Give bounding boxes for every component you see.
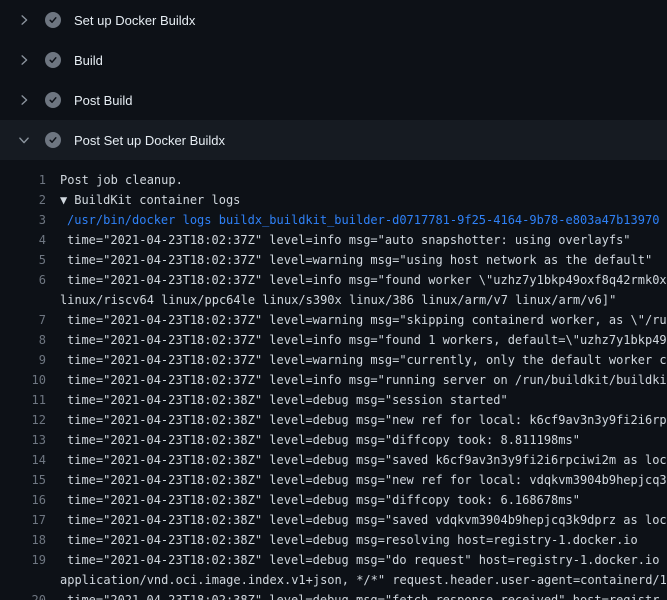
- line-number: [0, 290, 46, 310]
- step-setup-docker-buildx[interactable]: Set up Docker Buildx: [0, 0, 667, 40]
- log-line: 17 time="2021-04-23T18:02:38Z" level=debu…: [0, 510, 667, 530]
- step-post-setup-docker-buildx[interactable]: Post Set up Docker Buildx: [0, 120, 667, 160]
- line-number: 1: [0, 170, 46, 190]
- log-line: 8 time="2021-04-23T18:02:37Z" level=info …: [0, 330, 667, 350]
- log-line-text: time="2021-04-23T18:02:38Z" level=debug …: [67, 530, 638, 550]
- step-title: Build: [74, 53, 103, 68]
- log-line: 10 time="2021-04-23T18:02:37Z" level=info…: [0, 370, 667, 390]
- log-line: 15 time="2021-04-23T18:02:38Z" level=debu…: [0, 470, 667, 490]
- log-line: 12 time="2021-04-23T18:02:38Z" level=debu…: [0, 410, 667, 430]
- step-post-build[interactable]: Post Build: [0, 80, 667, 120]
- log-line: 4 time="2021-04-23T18:02:37Z" level=info …: [0, 230, 667, 250]
- chevron-right-icon: [16, 92, 32, 108]
- line-number: 8: [0, 330, 46, 350]
- log-line: 11 time="2021-04-23T18:02:38Z" level=debu…: [0, 390, 667, 410]
- line-number: 3: [0, 210, 46, 230]
- line-number: 7: [0, 310, 46, 330]
- line-number: 17: [0, 510, 46, 530]
- line-number: 20: [0, 590, 46, 600]
- log-command-text: /usr/bin/docker logs buildx_buildkit_bui…: [67, 210, 659, 230]
- group-toggle-icon[interactable]: ▼: [60, 190, 67, 210]
- log-group-label[interactable]: BuildKit container logs: [74, 190, 240, 210]
- log-line: 3/usr/bin/docker logs buildx_buildkit_bu…: [0, 210, 667, 230]
- line-number: 11: [0, 390, 46, 410]
- chevron-right-icon: [16, 12, 32, 28]
- line-number: 12: [0, 410, 46, 430]
- log-line: linux/riscv64 linux/ppc64le linux/s390x …: [0, 290, 667, 310]
- log-line: 18 time="2021-04-23T18:02:38Z" level=debu…: [0, 530, 667, 550]
- log-line-text: time="2021-04-23T18:02:38Z" level=debug …: [67, 510, 667, 530]
- log-line-text: time="2021-04-23T18:02:38Z" level=debug …: [67, 590, 659, 600]
- log-line-text: time="2021-04-23T18:02:38Z" level=debug …: [67, 470, 667, 490]
- log-line: 16 time="2021-04-23T18:02:38Z" level=debu…: [0, 490, 667, 510]
- line-number: 19: [0, 550, 46, 570]
- line-number: 4: [0, 230, 46, 250]
- log-line-text: linux/riscv64 linux/ppc64le linux/s390x …: [60, 290, 616, 310]
- log-line-text: time="2021-04-23T18:02:38Z" level=debug …: [67, 490, 580, 510]
- log-line: 20 time="2021-04-23T18:02:38Z" level=debu…: [0, 590, 667, 600]
- log-line: 7 time="2021-04-23T18:02:37Z" level=warni…: [0, 310, 667, 330]
- line-number: 18: [0, 530, 46, 550]
- line-number: 15: [0, 470, 46, 490]
- log-line-text: time="2021-04-23T18:02:37Z" level=warnin…: [67, 250, 652, 270]
- step-title: Post Set up Docker Buildx: [74, 133, 225, 148]
- line-number: 16: [0, 490, 46, 510]
- line-number: 6: [0, 270, 46, 290]
- log-line: 19 time="2021-04-23T18:02:38Z" level=debu…: [0, 550, 667, 570]
- log-line-text: time="2021-04-23T18:02:38Z" level=debug …: [67, 450, 667, 470]
- step-title: Post Build: [74, 93, 133, 108]
- log-line-text: time="2021-04-23T18:02:37Z" level=info m…: [67, 370, 667, 390]
- actions-log-viewer: Set up Docker Buildx Build Post Build: [0, 0, 667, 600]
- log-line-text: time="2021-04-23T18:02:38Z" level=debug …: [67, 410, 667, 430]
- line-number: 9: [0, 350, 46, 370]
- step-build[interactable]: Build: [0, 40, 667, 80]
- steps-list: Set up Docker Buildx Build Post Build: [0, 0, 667, 160]
- log-line-text: time="2021-04-23T18:02:37Z" level=info m…: [67, 270, 667, 290]
- check-circle-icon: [45, 52, 61, 68]
- log-group-line: 2 ▼ BuildKit container logs: [0, 190, 667, 210]
- log-line-text: Post job cleanup.: [60, 170, 183, 190]
- log-line: 13 time="2021-04-23T18:02:38Z" level=debu…: [0, 430, 667, 450]
- line-number: 5: [0, 250, 46, 270]
- log-line-text: time="2021-04-23T18:02:37Z" level=info m…: [67, 330, 667, 350]
- log-line-text: application/vnd.oci.image.index.v1+json,…: [60, 570, 667, 590]
- line-number: 2: [0, 190, 46, 210]
- log-line-text: time="2021-04-23T18:02:37Z" level=info m…: [67, 230, 631, 250]
- log-line: 14 time="2021-04-23T18:02:38Z" level=debu…: [0, 450, 667, 470]
- chevron-right-icon: [16, 52, 32, 68]
- check-circle-icon: [45, 132, 61, 148]
- line-number: 13: [0, 430, 46, 450]
- log-lines: 1 Post job cleanup. 2 ▼ BuildKit container l…: [0, 160, 667, 600]
- line-number: 10: [0, 370, 46, 390]
- log-line: application/vnd.oci.image.index.v1+json,…: [0, 570, 667, 590]
- check-circle-icon: [45, 12, 61, 28]
- log-line-text: time="2021-04-23T18:02:37Z" level=warnin…: [67, 310, 667, 330]
- check-circle-icon: [45, 92, 61, 108]
- log-line-text: time="2021-04-23T18:02:38Z" level=debug …: [67, 430, 580, 450]
- log-line-text: time="2021-04-23T18:02:38Z" level=debug …: [67, 550, 667, 570]
- line-number: 14: [0, 450, 46, 470]
- log-line-text: time="2021-04-23T18:02:37Z" level=warnin…: [67, 350, 667, 370]
- log-line-text: time="2021-04-23T18:02:38Z" level=debug …: [67, 390, 508, 410]
- step-title: Set up Docker Buildx: [74, 13, 195, 28]
- log-line: 6 time="2021-04-23T18:02:37Z" level=info …: [0, 270, 667, 290]
- log-line: 5 time="2021-04-23T18:02:37Z" level=warni…: [0, 250, 667, 270]
- log-line: 9 time="2021-04-23T18:02:37Z" level=warni…: [0, 350, 667, 370]
- chevron-down-icon: [16, 132, 32, 148]
- line-number: [0, 570, 46, 590]
- log-line: 1 Post job cleanup.: [0, 170, 667, 190]
